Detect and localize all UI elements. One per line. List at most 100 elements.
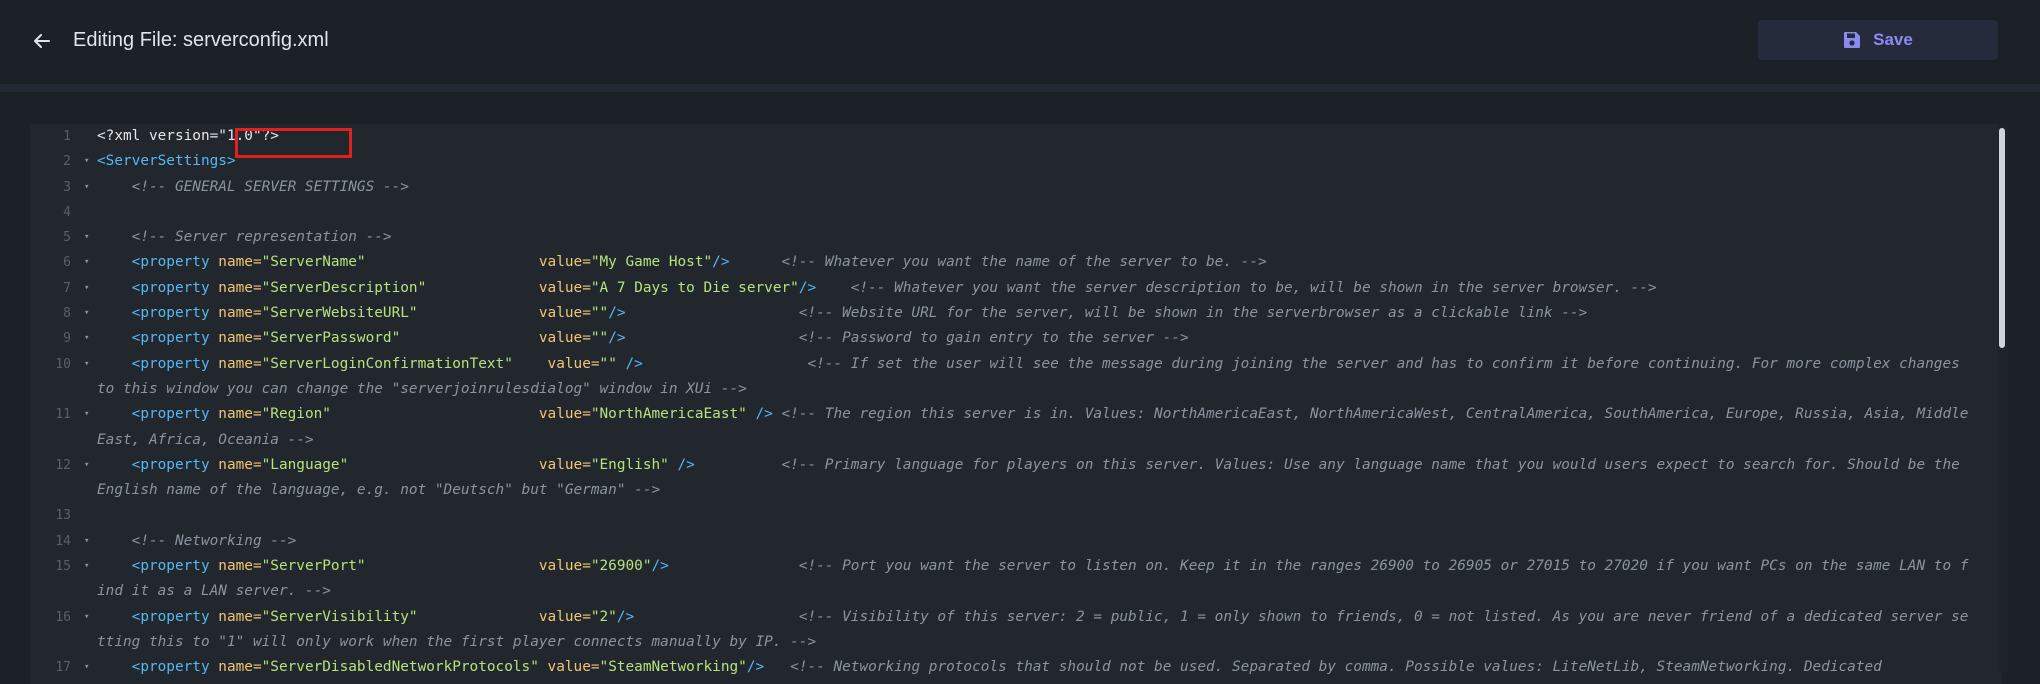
fold-toggle-icon[interactable]: ▾ bbox=[84, 149, 89, 174]
fold-toggle-icon[interactable]: ▾ bbox=[84, 529, 89, 554]
code-line[interactable]: 12 ▾ <property name="Language" value="Eng… bbox=[30, 453, 1978, 504]
code-line[interactable]: 2 ▾ <ServerSettings> bbox=[30, 149, 1978, 174]
fold-toggle-icon[interactable]: ▾ bbox=[84, 326, 89, 351]
line-content[interactable]: <property name="ServerPort" value="26900… bbox=[97, 554, 1978, 605]
line-content[interactable]: <property name="ServerDisabledNetworkPro… bbox=[97, 655, 1978, 680]
line-number: 6 bbox=[63, 255, 71, 271]
line-gutter: 17 ▾ bbox=[30, 655, 97, 680]
code-token: <!-- Password to gain entry to the serve… bbox=[798, 330, 1189, 347]
code-line[interactable]: 4 bbox=[30, 200, 1978, 225]
code-line[interactable]: 6 ▾ <property name="ServerName" value="My… bbox=[30, 250, 1978, 275]
line-content[interactable]: <property name="ServerVisibility" value=… bbox=[97, 605, 1978, 656]
code-line[interactable]: 10 ▾ <property name="ServerLoginConfirmat… bbox=[30, 352, 1978, 403]
code-token: <ServerSettings> bbox=[97, 153, 236, 170]
line-content[interactable]: <!-- Networking --> bbox=[97, 529, 1978, 554]
code-line[interactable]: 9 ▾ <property name="ServerPassword" value… bbox=[30, 326, 1978, 351]
floppy-disk-icon bbox=[1844, 32, 1861, 48]
line-number: 4 bbox=[63, 204, 71, 220]
code-line[interactable]: 11 ▾ <property name="Region" value="North… bbox=[30, 402, 1978, 453]
code-line[interactable]: 7 ▾ <property name="ServerDescription" va… bbox=[30, 276, 1978, 301]
code-line[interactable]: 5 ▾ <!-- Server representation --> bbox=[30, 225, 1978, 250]
line-gutter: 15 ▾ bbox=[30, 554, 97, 605]
code-token: /> bbox=[746, 659, 765, 676]
code-token: "ServerWebsiteURL" bbox=[261, 305, 418, 322]
line-number: 15 bbox=[55, 559, 71, 575]
fold-toggle-icon[interactable]: ▾ bbox=[84, 605, 89, 630]
line-content[interactable] bbox=[97, 503, 1978, 528]
code-token: /> bbox=[712, 254, 730, 271]
line-gutter: 8 ▾ bbox=[30, 301, 97, 326]
line-gutter: 16 ▾ bbox=[30, 605, 97, 656]
code-token: <property bbox=[131, 659, 219, 676]
line-content[interactable]: <property name="ServerName" value="My Ga… bbox=[97, 250, 1978, 275]
line-number: 2 bbox=[63, 154, 71, 170]
code-token: value= bbox=[547, 355, 600, 372]
code-token: "English" bbox=[590, 456, 669, 473]
fold-toggle-icon[interactable]: ▾ bbox=[84, 175, 89, 200]
fold-toggle-icon[interactable]: ▾ bbox=[84, 453, 89, 478]
code-line[interactable]: 14 ▾ <!-- Networking --> bbox=[30, 529, 1978, 554]
line-content[interactable]: <!-- Server representation --> bbox=[97, 225, 1978, 250]
line-gutter: 3 ▾ bbox=[30, 175, 97, 200]
code-token: <property bbox=[131, 279, 219, 296]
code-token: "2" bbox=[590, 608, 617, 625]
code-token: /> bbox=[608, 330, 626, 347]
save-button[interactable]: Save bbox=[1758, 20, 1998, 60]
line-gutter: 9 ▾ bbox=[30, 326, 97, 351]
line-gutter: 10 ▾ bbox=[30, 352, 97, 403]
code-line[interactable]: 15 ▾ <property name="ServerPort" value="2… bbox=[30, 554, 1978, 605]
line-number: 9 bbox=[63, 331, 71, 347]
code-editor[interactable]: 1 <?xml version="1.0"?> 2 ▾ <ServerSettings>… bbox=[30, 124, 2002, 684]
fold-toggle-icon[interactable]: ▾ bbox=[84, 352, 89, 377]
fold-toggle-icon[interactable]: ▾ bbox=[84, 554, 89, 579]
code-line[interactable]: 17 ▾ <property name="ServerDisabledNetwor… bbox=[30, 655, 1978, 680]
fold-toggle-icon[interactable]: ▾ bbox=[84, 402, 89, 427]
line-content[interactable]: <property name="Language" value="English… bbox=[97, 453, 1978, 504]
line-content[interactable]: <property name="ServerDescription" value… bbox=[97, 276, 1978, 301]
code-line[interactable]: 3 ▾ <!-- GENERAL SERVER SETTINGS --> bbox=[30, 175, 1978, 200]
fold-toggle-icon[interactable]: ▾ bbox=[84, 250, 89, 275]
code-token: <!-- Networking --> bbox=[131, 532, 297, 549]
save-button-label: Save bbox=[1873, 30, 1913, 49]
fold-toggle-icon[interactable]: ▾ bbox=[84, 225, 89, 250]
code-line[interactable]: 1 <?xml version="1.0"?> bbox=[30, 124, 1978, 149]
code-token: "My Game Host" bbox=[590, 254, 713, 271]
line-content[interactable]: <property name="ServerPassword" value=""… bbox=[97, 326, 1978, 351]
arrow-left-icon bbox=[34, 34, 50, 48]
line-number: 17 bbox=[55, 660, 71, 676]
line-content[interactable]: <property name="ServerWebsiteURL" value=… bbox=[97, 301, 1978, 326]
code-token: /> bbox=[651, 558, 669, 575]
code-line[interactable]: 8 ▾ <property name="ServerWebsiteURL" val… bbox=[30, 301, 1978, 326]
code-line[interactable]: 13 bbox=[30, 503, 1978, 528]
code-lines[interactable]: 1 <?xml version="1.0"?> 2 ▾ <ServerSettings>… bbox=[30, 124, 1978, 681]
fold-toggle-icon[interactable]: ▾ bbox=[84, 276, 89, 301]
back-button[interactable] bbox=[28, 27, 56, 55]
code-token: "NorthAmericaEast" bbox=[590, 406, 747, 423]
line-content[interactable]: <?xml version="1.0"?> bbox=[97, 124, 1978, 149]
line-gutter: 14 ▾ bbox=[30, 529, 97, 554]
line-content[interactable] bbox=[97, 200, 1978, 225]
line-gutter: 2 ▾ bbox=[30, 149, 97, 174]
code-token: name= bbox=[218, 305, 262, 322]
editor-scrollbar-thumb[interactable] bbox=[1999, 128, 2005, 348]
code-line[interactable]: 16 ▾ <property name="ServerVisibility" va… bbox=[30, 605, 1978, 656]
line-content[interactable]: <property name="ServerLoginConfirmationT… bbox=[97, 352, 1978, 403]
line-number: 14 bbox=[55, 533, 71, 549]
line-content[interactable]: <ServerSettings> bbox=[97, 149, 1978, 174]
line-content[interactable]: <property name="Region" value="NorthAmer… bbox=[97, 402, 1978, 453]
line-content[interactable]: <!-- GENERAL SERVER SETTINGS --> bbox=[97, 175, 1978, 200]
fold-toggle-icon[interactable]: ▾ bbox=[84, 301, 89, 326]
code-token: <property bbox=[131, 558, 219, 575]
fold-toggle-icon[interactable]: ▾ bbox=[84, 655, 89, 680]
